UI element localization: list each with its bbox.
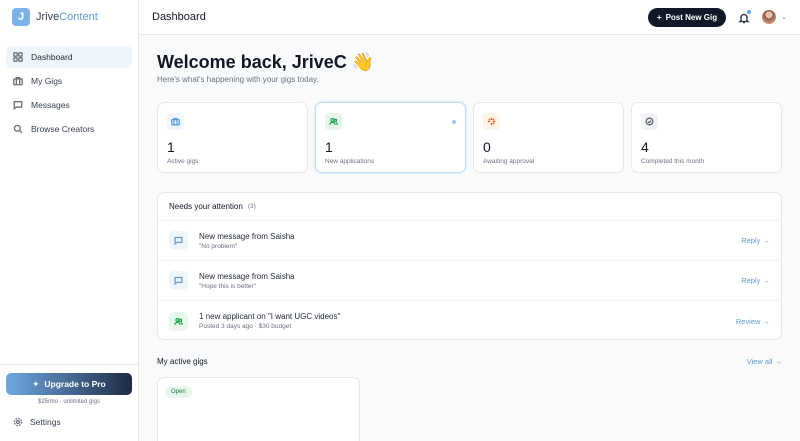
sidebar-item-label: Messages xyxy=(31,100,70,110)
needs-attention-panel: Needs your attention (3) New message fro… xyxy=(157,192,782,340)
welcome-subtitle: Here's what's happening with your gigs t… xyxy=(157,75,319,84)
sidebar-item-label: Dashboard xyxy=(31,52,73,62)
post-new-gig-label: Post New Gig xyxy=(665,12,718,22)
sidebar-item-dashboard[interactable]: Dashboard xyxy=(6,46,132,68)
list-item-text: New message from Saisha "No problem" xyxy=(199,232,741,250)
message-icon xyxy=(13,101,23,110)
message-icon xyxy=(169,231,188,250)
sidebar-item-my-gigs[interactable]: My Gigs xyxy=(6,70,132,92)
stat-card-active-gigs[interactable]: 1 Active gigs xyxy=(157,102,308,173)
active-gigs-header: My active gigs View all → xyxy=(157,357,782,366)
sidebar-item-label: Browse Creators xyxy=(31,124,95,134)
plus-icon: + xyxy=(656,12,662,22)
list-item-title: New message from Saisha xyxy=(199,231,295,241)
post-new-gig-button[interactable]: + Post New Gig xyxy=(647,7,727,27)
sidebar-item-settings[interactable]: Settings xyxy=(13,417,61,427)
search-icon xyxy=(13,124,23,134)
upgrade-label: Upgrade to Pro xyxy=(44,379,106,389)
users-icon xyxy=(169,311,188,331)
new-indicator-dot xyxy=(452,120,456,124)
attention-count: (3) xyxy=(247,203,256,210)
notification-badge xyxy=(747,10,752,14)
brand-name-suffix: Content xyxy=(59,11,98,23)
list-item-subtitle: Posted 3 days ago · $30 budget xyxy=(199,323,292,330)
active-gigs-title: My active gigs xyxy=(157,357,208,366)
sidebar-nav: Dashboard My Gigs Messages Browse Creato… xyxy=(6,46,132,142)
sidebar-footer: ✦ Upgrade to Pro $25/mo · unlimited gigs… xyxy=(0,364,138,441)
list-item-subtitle: "No problem" xyxy=(199,242,238,250)
welcome-title: Welcome back, JriveC 👋 xyxy=(157,52,375,72)
gear-icon xyxy=(13,417,23,427)
stat-value: 1 xyxy=(325,139,333,155)
check-circle-icon xyxy=(641,113,658,130)
message-icon xyxy=(169,271,188,290)
sidebar-item-label: My Gigs xyxy=(31,76,63,86)
stat-card-awaiting-approval[interactable]: 0 Awaiting approval xyxy=(473,102,624,173)
stat-card-completed[interactable]: 4 Completed this month xyxy=(631,102,782,173)
stat-label: Awaiting approval xyxy=(483,158,535,165)
review-link[interactable]: Review → xyxy=(736,317,770,326)
grid-icon xyxy=(13,52,23,62)
brand-logo: J xyxy=(12,8,30,26)
list-item[interactable]: 1 new applicant on "I want UGC videos" P… xyxy=(158,301,781,341)
brand[interactable]: J JriveContent xyxy=(0,0,138,34)
stats-row: 1 Active gigs 1 New applications 0 Await… xyxy=(157,102,782,173)
sparkle-icon xyxy=(483,113,500,130)
list-item-text: New message from Saisha "Hope this is be… xyxy=(199,272,741,290)
top-header: Dashboard + Post New Gig ⌄ xyxy=(139,0,800,35)
list-item-title: 1 new applicant on "I want UGC videos" xyxy=(199,312,341,321)
status-badge: Open xyxy=(165,386,192,398)
list-item-subtitle: "Hope this is better" xyxy=(199,282,257,290)
users-icon xyxy=(325,113,342,130)
brand-name: JriveContent xyxy=(36,11,98,23)
stat-card-new-applications[interactable]: 1 New applications xyxy=(315,102,466,173)
upgrade-to-pro-button[interactable]: ✦ Upgrade to Pro xyxy=(6,373,132,395)
main-content: Welcome back, JriveC 👋 Here's what's hap… xyxy=(157,35,782,441)
notifications-button[interactable] xyxy=(738,10,752,24)
briefcase-icon xyxy=(167,113,184,130)
stat-label: Active gigs xyxy=(167,158,199,165)
sidebar: J JriveContent Dashboard My Gigs Message… xyxy=(0,0,139,441)
attention-header: Needs your attention (3) xyxy=(158,193,781,221)
stat-value: 4 xyxy=(641,139,649,155)
page-title: Dashboard xyxy=(152,11,206,23)
sidebar-item-messages[interactable]: Messages xyxy=(6,94,132,116)
reply-link[interactable]: Reply → xyxy=(741,276,770,285)
gig-card[interactable]: Open xyxy=(157,377,360,441)
stat-value: 0 xyxy=(483,139,491,155)
list-item[interactable]: New message from Saisha "Hope this is be… xyxy=(158,261,781,301)
list-item-title: New message from Saisha xyxy=(199,271,295,281)
list-item-text: 1 new applicant on "I want UGC videos" P… xyxy=(199,312,736,330)
list-item[interactable]: New message from Saisha "No problem" Rep… xyxy=(158,221,781,261)
avatar[interactable] xyxy=(762,10,777,24)
stat-label: New applications xyxy=(325,158,375,165)
sidebar-item-browse-creators[interactable]: Browse Creators xyxy=(6,118,132,140)
upgrade-note: $25/mo · unlimited gigs xyxy=(37,399,101,405)
sparkle-icon: ✦ xyxy=(32,378,40,389)
attention-title: Needs your attention xyxy=(169,202,243,211)
view-all-link[interactable]: View all → xyxy=(747,357,782,366)
brand-name-prefix: Jrive xyxy=(36,11,60,23)
briefcase-icon xyxy=(13,77,23,86)
stat-label: Completed this month xyxy=(641,158,705,165)
chevron-down-icon[interactable]: ⌄ xyxy=(781,13,787,21)
settings-label: Settings xyxy=(30,417,61,427)
stat-value: 1 xyxy=(167,139,175,155)
reply-link[interactable]: Reply → xyxy=(741,236,770,245)
